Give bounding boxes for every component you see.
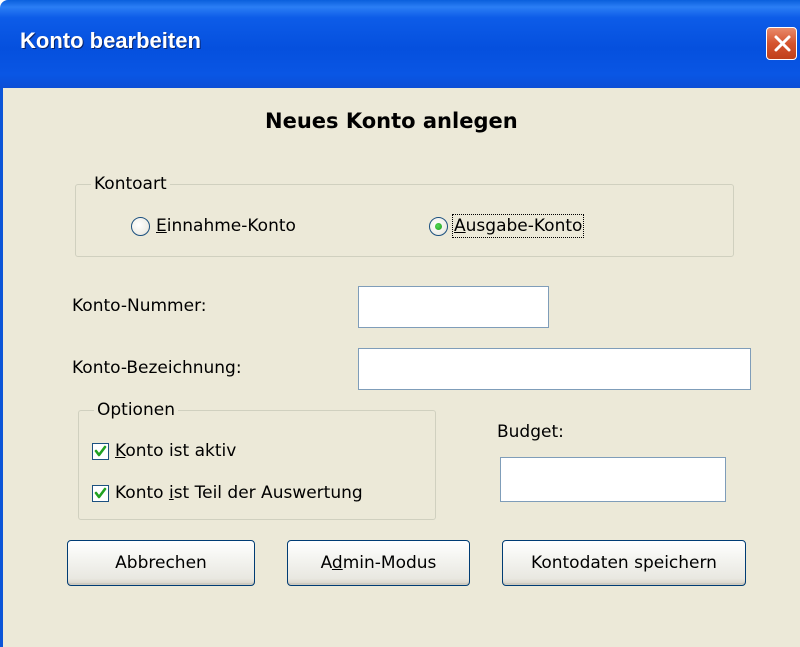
admin-mode-button[interactable]: Admin-Modus	[287, 540, 470, 586]
optionen-legend: Optionen	[94, 400, 178, 420]
konto-bezeichnung-label: Konto-Bezeichnung:	[72, 358, 242, 378]
checkbox-konto-aktiv-label: Konto ist aktiv	[115, 441, 237, 461]
budget-label: Budget:	[497, 422, 564, 442]
radio-einnahme-label: Einnahme-Konto	[156, 216, 296, 236]
checkbox-teil-der-auswertung[interactable]: Konto ist Teil der Auswertung	[92, 483, 363, 503]
title-bar[interactable]: Konto bearbeiten	[0, 0, 800, 88]
radio-selected-icon	[429, 216, 448, 236]
konto-nummer-label: Konto-Nummer:	[72, 296, 207, 316]
window-title: Konto bearbeiten	[20, 28, 201, 53]
checkbox-konto-aktiv[interactable]: Konto ist aktiv	[92, 441, 236, 461]
close-icon	[774, 35, 791, 52]
checkbox-checked-icon	[92, 442, 109, 460]
close-button[interactable]	[766, 27, 797, 60]
optionen-group: Optionen Konto ist aktiv Konto ist Teil …	[78, 400, 436, 520]
radio-ausgabe-label: Ausgabe-Konto	[451, 214, 585, 238]
kontoart-group: Kontoart Einnahme-Konto Ausgabe-Konto	[75, 174, 734, 257]
radio-ausgabe-konto[interactable]: Ausgabe-Konto	[429, 214, 585, 238]
admin-mode-label: Admin-Modus	[320, 553, 437, 573]
dialog-heading: Neues Konto anlegen	[265, 109, 518, 133]
dialog-body: Neues Konto anlegen Kontoart Einnahme-Ko…	[0, 88, 800, 647]
kontoart-legend: Kontoart	[91, 174, 170, 194]
radio-einnahme-konto[interactable]: Einnahme-Konto	[131, 216, 296, 236]
radio-unselected-icon	[131, 216, 150, 236]
konto-nummer-input[interactable]	[358, 286, 549, 328]
save-button[interactable]: Kontodaten speichern	[502, 540, 746, 586]
checkbox-auswertung-label: Konto ist Teil der Auswertung	[115, 483, 363, 503]
cancel-button[interactable]: Abbrechen	[67, 540, 255, 586]
budget-input[interactable]	[500, 457, 726, 502]
dialog-window: Konto bearbeiten Neues Konto anlegen Kon…	[0, 0, 800, 647]
konto-bezeichnung-input[interactable]	[358, 348, 751, 390]
checkbox-checked-icon	[92, 484, 109, 502]
